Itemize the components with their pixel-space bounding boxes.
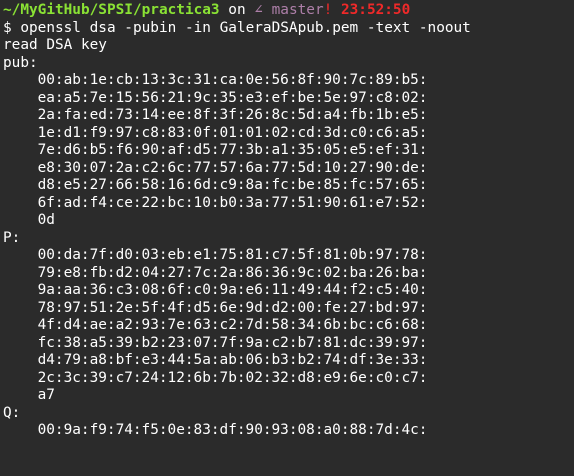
p-label: P: bbox=[3, 229, 21, 246]
hex-text: 2a:fa:ed:73:14:ee:8f:3f:26:8c:5d:a4:fb:1… bbox=[37, 107, 428, 123]
pub-hex-line: 0d bbox=[3, 212, 574, 230]
q-hex-line: 00:9a:f9:74:f5:0e:83:df:90:93:08:a0:88:7… bbox=[3, 422, 574, 440]
hex-text: 00:da:7f:d0:03:eb:e1:75:81:c7:5f:81:0b:9… bbox=[37, 247, 428, 263]
hex-text: e8:30:07:2a:c2:6c:77:57:6a:77:5d:10:27:9… bbox=[37, 159, 428, 176]
read-message: read DSA key bbox=[3, 37, 107, 53]
prompt-branch: master bbox=[271, 2, 324, 18]
hex-text: 00:9a:f9:74:f5:0e:83:df:90:93:08:a0:88:7… bbox=[37, 422, 428, 438]
p-hex-line: 78:97:51:2e:5f:4f:d5:6e:9d:d2:00:fe:27:b… bbox=[3, 300, 574, 318]
pub-hex-line: ea:a5:7e:15:56:21:9c:35:e3:ef:be:5e:97:c… bbox=[3, 90, 574, 108]
pub-hex-line: 00:ab:1e:cb:13:3c:31:ca:0e:56:8f:90:7c:8… bbox=[3, 72, 574, 90]
hex-text: 4f:d4:ae:a2:93:7e:63:c2:7d:58:34:6b:bc:c… bbox=[37, 317, 428, 333]
hex-text: d4:79:a8:bf:e3:44:5a:ab:06:b3:b2:74:df:3… bbox=[37, 352, 428, 368]
p-hex-line: fc:38:a5:39:b2:23:07:7f:9a:c2:b7:81:dc:3… bbox=[3, 335, 574, 353]
hex-text: a7 bbox=[37, 387, 55, 403]
dirty-marker: ! bbox=[323, 2, 333, 18]
hex-text: 78:97:51:2e:5f:4f:d5:6e:9d:d2:00:fe:27:b… bbox=[37, 299, 428, 316]
hex-text: 7e:d6:b5:f6:90:af:d5:77:3b:a1:35:05:e5:e… bbox=[37, 142, 428, 158]
hex-text: 6f:ad:f4:ce:22:bc:10:b0:3a:77:51:90:61:e… bbox=[37, 194, 428, 211]
p-hex-line: d4:79:a8:bf:e3:44:5a:ab:06:b3:b2:74:df:3… bbox=[3, 352, 574, 370]
p-hex-line: a7 bbox=[3, 387, 574, 405]
hex-text: d8:e5:27:66:58:16:6d:c9:8a:fc:be:85:fc:5… bbox=[37, 177, 428, 193]
hex-text: fc:38:a5:39:b2:23:07:7f:9a:c2:b7:81:dc:3… bbox=[37, 334, 428, 351]
pub-hex-line: d8:e5:27:66:58:16:6d:c9:8a:fc:be:85:fc:5… bbox=[3, 177, 574, 195]
prompt-on-word: on bbox=[228, 2, 246, 18]
pub-hex-line: e8:30:07:2a:c2:6c:77:57:6a:77:5d:10:27:9… bbox=[3, 160, 574, 178]
p-hex-line: 2c:3c:39:c7:24:12:6b:7b:02:32:d8:e9:6e:c… bbox=[3, 370, 574, 388]
q-label: Q: bbox=[3, 404, 21, 421]
pub-hex-line: 7e:d6:b5:f6:90:af:d5:77:3b:a1:35:05:e5:e… bbox=[3, 142, 574, 160]
pub-hex-line: 1e:d1:f9:97:c8:83:0f:01:01:02:cd:3d:c0:c… bbox=[3, 125, 574, 143]
p-hex-line: 9a:aa:36:c3:08:6f:c0:9a:e6:11:49:44:f2:c… bbox=[3, 282, 574, 300]
git-branch-icon: ∠ bbox=[254, 2, 263, 18]
terminal-window[interactable]: ~/MyGitHub/SPSI/practica3 on ∠ master! 2… bbox=[0, 0, 574, 476]
hex-text: 1e:d1:f9:97:c8:83:0f:01:01:02:cd:3d:c0:c… bbox=[37, 124, 428, 141]
pub-label: pub: bbox=[3, 54, 38, 71]
prompt-time: 23:52:50 bbox=[340, 2, 411, 18]
hex-text: ea:a5:7e:15:56:21:9c:35:e3:ef:be:5e:97:c… bbox=[37, 89, 428, 106]
p-hex-line: 79:e8:fb:d2:04:27:7c:2a:86:36:9c:02:ba:2… bbox=[3, 265, 574, 283]
hex-text: 9a:aa:36:c3:08:6f:c0:9a:e6:11:49:44:f2:c… bbox=[37, 282, 428, 298]
hex-text: 0d bbox=[37, 212, 55, 228]
hex-text: 79:e8:fb:d2:04:27:7c:2a:86:36:9c:02:ba:2… bbox=[37, 264, 428, 281]
pub-hex-line: 6f:ad:f4:ce:22:bc:10:b0:3a:77:51:90:61:e… bbox=[3, 195, 574, 213]
prompt-path: ~/MyGitHub/SPSI/practica3 bbox=[3, 2, 220, 18]
p-hex-line: 00:da:7f:d0:03:eb:e1:75:81:c7:5f:81:0b:9… bbox=[3, 247, 574, 265]
hex-text: 2c:3c:39:c7:24:12:6b:7b:02:32:d8:e9:6e:c… bbox=[37, 369, 428, 386]
prompt-line: ~/MyGitHub/SPSI/practica3 on ∠ master! 2… bbox=[3, 2, 574, 20]
hex-text: 00:ab:1e:cb:13:3c:31:ca:0e:56:8f:90:7c:8… bbox=[37, 72, 428, 88]
p-hex-line: 4f:d4:ae:a2:93:7e:63:c2:7d:58:34:6b:bc:c… bbox=[3, 317, 574, 335]
pub-hex-line: 2a:fa:ed:73:14:ee:8f:3f:26:8c:5d:a4:fb:1… bbox=[3, 107, 574, 125]
command-line: $ openssl dsa -pubin -in GaleraDSApub.pe… bbox=[3, 19, 471, 36]
